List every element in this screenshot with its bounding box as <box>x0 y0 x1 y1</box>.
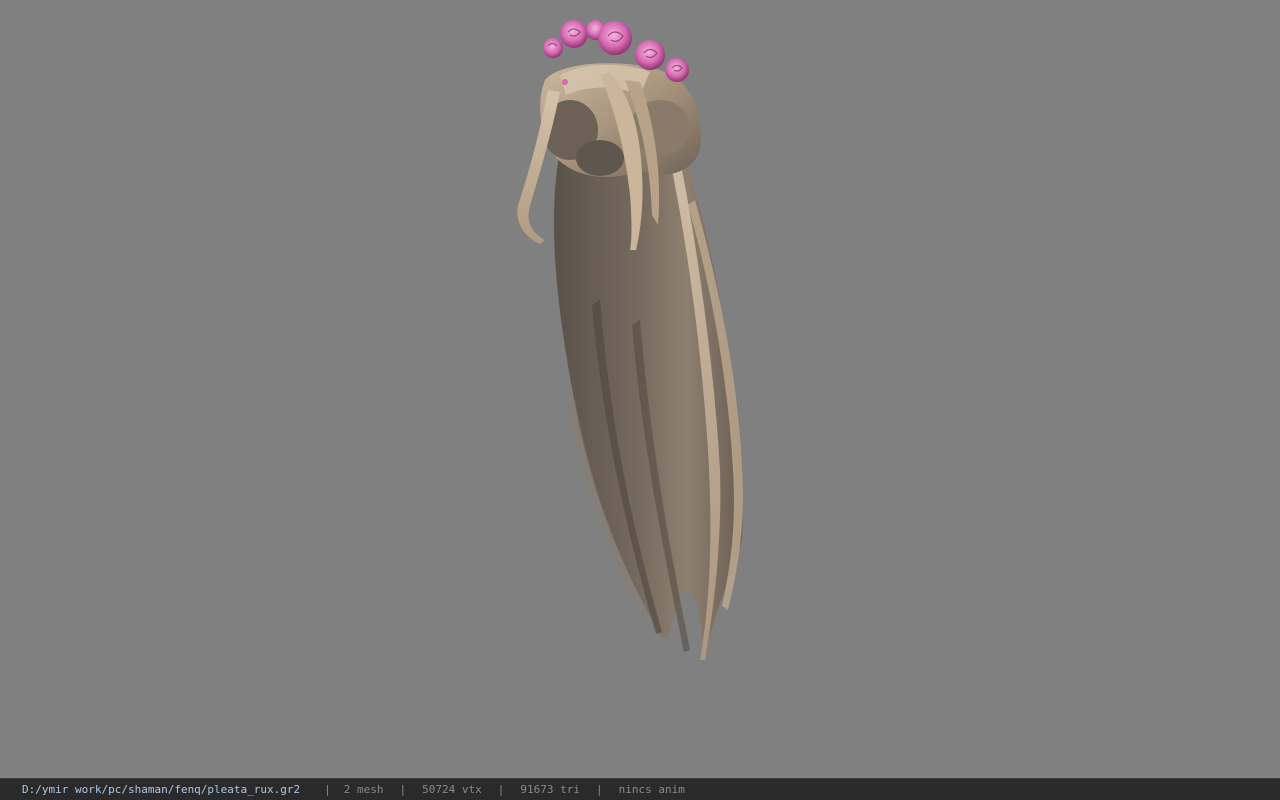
animation-status: nincs anim <box>618 783 685 796</box>
separator: | <box>399 783 407 796</box>
file-path: D:/ymir work/pc/shaman/fenq/pleata_rux.g… <box>22 783 301 796</box>
hair-back-mass <box>553 140 743 660</box>
separator: | <box>324 783 331 796</box>
separator: | <box>497 783 505 796</box>
mesh-count: 2 mesh <box>343 783 384 796</box>
separator: | <box>596 783 603 796</box>
3d-viewport[interactable] <box>0 0 1280 778</box>
hair-model-render <box>517 20 743 660</box>
triangle-count: 91673 tri <box>520 783 580 796</box>
status-bar: D:/ymir work/pc/shaman/fenq/pleata_rux.g… <box>0 778 1280 800</box>
vertex-count: 50724 vtx <box>422 783 482 796</box>
